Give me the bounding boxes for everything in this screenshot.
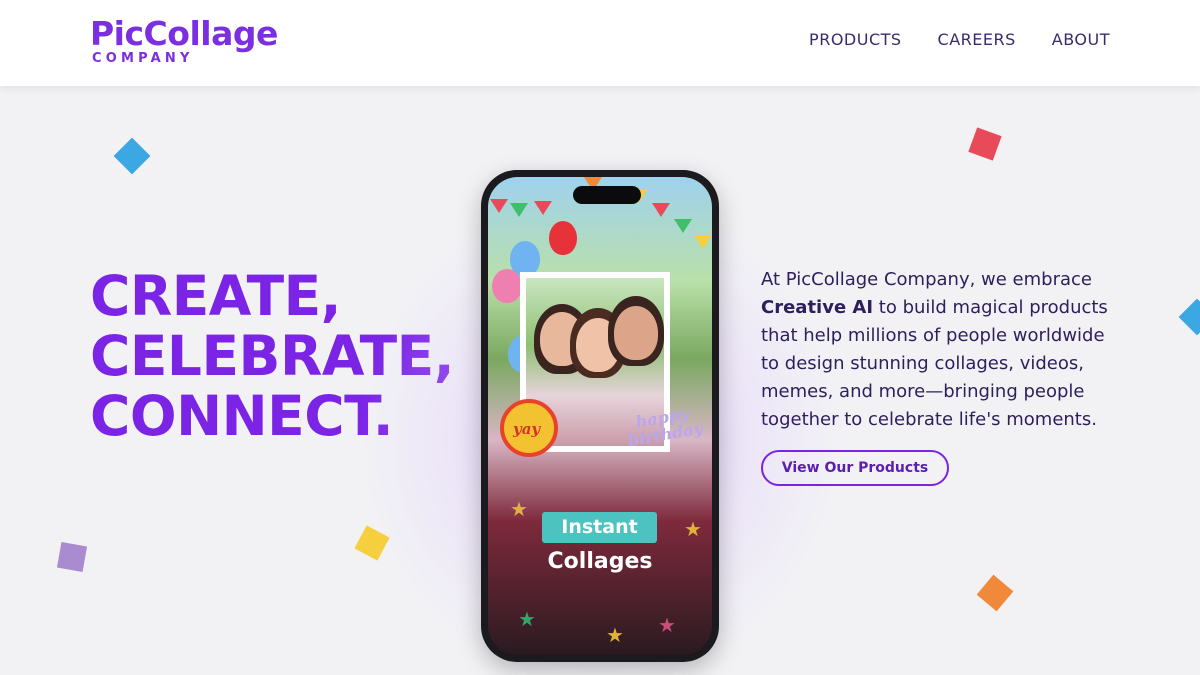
- description-creative-ai: Creative AI: [761, 297, 874, 318]
- yay-sticker-text: yay: [513, 420, 541, 438]
- nav-products[interactable]: PRODUCTS: [809, 30, 902, 49]
- star-icon: ★: [518, 607, 536, 631]
- star-icon: ★: [510, 497, 528, 521]
- view-products-button[interactable]: View Our Products: [761, 450, 949, 486]
- phone-screen: yay happy birthday ★ ★ ★ ★ ★ Instant Col…: [488, 177, 712, 655]
- site-header: PicCollage COMPANY PRODUCTS CAREERS ABOU…: [0, 0, 1200, 86]
- star-icon: ★: [684, 517, 702, 541]
- description-intro: At PicCollage Company, we embrace: [761, 269, 1092, 290]
- star-icon: ★: [658, 613, 676, 637]
- bunting-flag: [674, 219, 692, 233]
- instant-tag: Instant: [542, 512, 657, 543]
- balloon-pink: [492, 269, 522, 303]
- phone-mockup: yay happy birthday ★ ★ ★ ★ ★ Instant Col…: [481, 170, 719, 662]
- nav-about[interactable]: ABOUT: [1052, 30, 1110, 49]
- bunting-flag: [510, 203, 528, 217]
- phone-notch: [573, 186, 641, 204]
- bunting-flag: [534, 201, 552, 215]
- logo-subtitle: COMPANY: [92, 51, 194, 66]
- main-nav: PRODUCTS CAREERS ABOUT: [809, 30, 1110, 49]
- hero-description: At PicCollage Company, we embrace Creati…: [761, 266, 1121, 434]
- star-icon: ★: [606, 623, 624, 647]
- confetti-purple-bottom-left: [56, 541, 88, 573]
- friend-face: [614, 306, 658, 360]
- bunting-flag: [694, 235, 712, 249]
- piccollage-logo[interactable]: PicCollage COMPANY: [90, 14, 300, 72]
- balloon-red: [549, 221, 577, 255]
- confetti-blue-edge-right: [1178, 298, 1200, 336]
- yay-sticker: yay: [500, 399, 558, 457]
- hero-section: CREATE, CELEBRATE, CONNECT. yay happy bi…: [0, 86, 1200, 675]
- logo-wordmark: PicCollage: [90, 14, 278, 53]
- confetti-red-top-right: [968, 127, 1002, 161]
- confetti-orange-bottom-right: [976, 574, 1014, 612]
- bunting-flag: [652, 203, 670, 217]
- nav-careers[interactable]: CAREERS: [938, 30, 1016, 49]
- bunting-flag: [490, 199, 508, 213]
- collages-caption: Collages: [547, 549, 653, 574]
- confetti-blue-top-left: [113, 137, 151, 175]
